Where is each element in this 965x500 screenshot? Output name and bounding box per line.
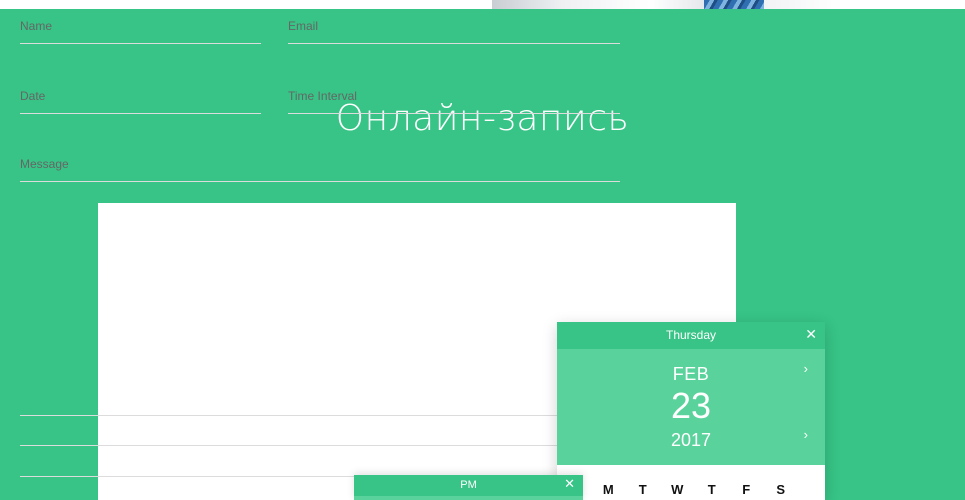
message-line xyxy=(20,445,620,446)
date-display: FEB › 23 2017 › xyxy=(557,349,825,465)
date-picker-header: Thursday ✕ xyxy=(557,322,825,349)
weekday-thursday: T xyxy=(707,482,716,497)
weekday-tuesday: T xyxy=(638,482,647,497)
email-label: Email xyxy=(288,19,319,33)
message-field[interactable]: Message xyxy=(20,137,620,182)
weekday-header: S M T W T F S xyxy=(571,482,825,497)
weekday-label: Thursday xyxy=(665,328,717,342)
name-label: Name xyxy=(20,19,53,33)
time-interval-label: Time Interval xyxy=(288,89,357,103)
weekday-friday: F xyxy=(742,482,751,497)
message-label: Message xyxy=(20,157,69,171)
day-label[interactable]: 23 xyxy=(557,385,825,427)
weekday-saturday: S xyxy=(776,482,786,497)
year-label[interactable]: 2017 xyxy=(557,430,825,451)
next-year-icon[interactable]: › xyxy=(804,427,808,442)
weekday-monday: M xyxy=(602,482,614,497)
next-month-icon[interactable]: › xyxy=(804,361,808,376)
date-picker[interactable]: Thursday ✕ FEB › 23 2017 › S M T W T F S xyxy=(557,322,825,500)
time-picker[interactable]: PM ✕ xyxy=(354,475,583,500)
time-picker-body xyxy=(354,496,583,500)
date-label: Date xyxy=(20,89,46,103)
close-icon[interactable]: ✕ xyxy=(805,325,817,343)
weekday-wednesday: W xyxy=(671,482,684,497)
email-field[interactable]: Email xyxy=(288,0,620,44)
close-icon[interactable]: ✕ xyxy=(564,476,575,492)
time-interval-field[interactable]: Time Interval xyxy=(288,67,620,114)
message-line xyxy=(20,415,620,416)
period-label: PM xyxy=(460,479,477,491)
month-label[interactable]: FEB xyxy=(557,364,825,385)
date-field[interactable]: Date xyxy=(20,67,261,114)
photo-detail xyxy=(704,0,764,9)
name-field[interactable]: Name xyxy=(20,0,261,44)
